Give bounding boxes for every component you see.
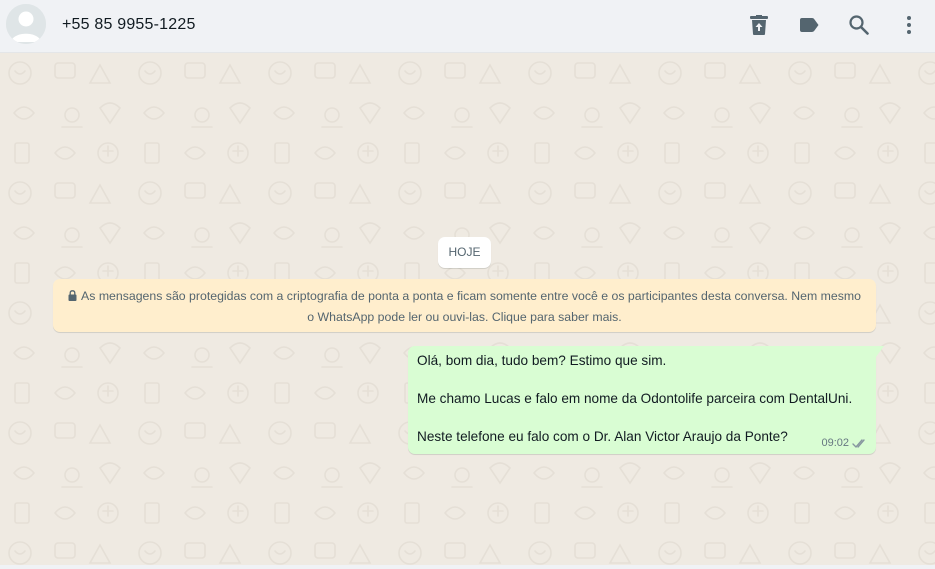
search-icon[interactable] (847, 13, 871, 37)
message-time: 09:02 (821, 437, 849, 449)
message-line-2: Me chamo Lucas e falo em nome da Odontol… (417, 391, 853, 406)
encryption-notice-line2: o WhatsApp pode ler ou ouvi-las. Clique … (307, 310, 622, 324)
label-icon[interactable] (797, 13, 821, 37)
message-meta: 09:02 (821, 437, 868, 449)
outgoing-message-bubble[interactable]: Olá, bom dia, tudo bem? Estimo que sim. … (408, 346, 884, 454)
footer-strip (0, 565, 935, 569)
archive-icon[interactable] (747, 13, 771, 37)
chat-area[interactable]: HOJE As mensagens são protegidas com a c… (0, 53, 935, 565)
default-avatar-icon (6, 4, 46, 44)
date-divider: HOJE (438, 237, 491, 268)
lock-icon (68, 290, 77, 301)
chat-header: +55 85 9955-1225 (0, 0, 935, 53)
contact-avatar[interactable] (6, 4, 46, 44)
encryption-text-1: As mensagens são protegidas com a cripto… (81, 289, 861, 303)
bubble-tail (876, 346, 884, 357)
message-line-1: Olá, bom dia, tudo bem? Estimo que sim. (417, 353, 667, 368)
encryption-notice-line1: As mensagens são protegidas com a cripto… (65, 286, 864, 307)
contact-name[interactable]: +55 85 9955-1225 (62, 16, 196, 34)
message-line-3: Neste telefone eu falo com o Dr. Alan Vi… (417, 429, 788, 444)
double-check-icon (852, 438, 865, 448)
menu-icon[interactable] (897, 13, 921, 37)
encryption-notice[interactable]: As mensagens são protegidas com a cripto… (53, 279, 876, 332)
